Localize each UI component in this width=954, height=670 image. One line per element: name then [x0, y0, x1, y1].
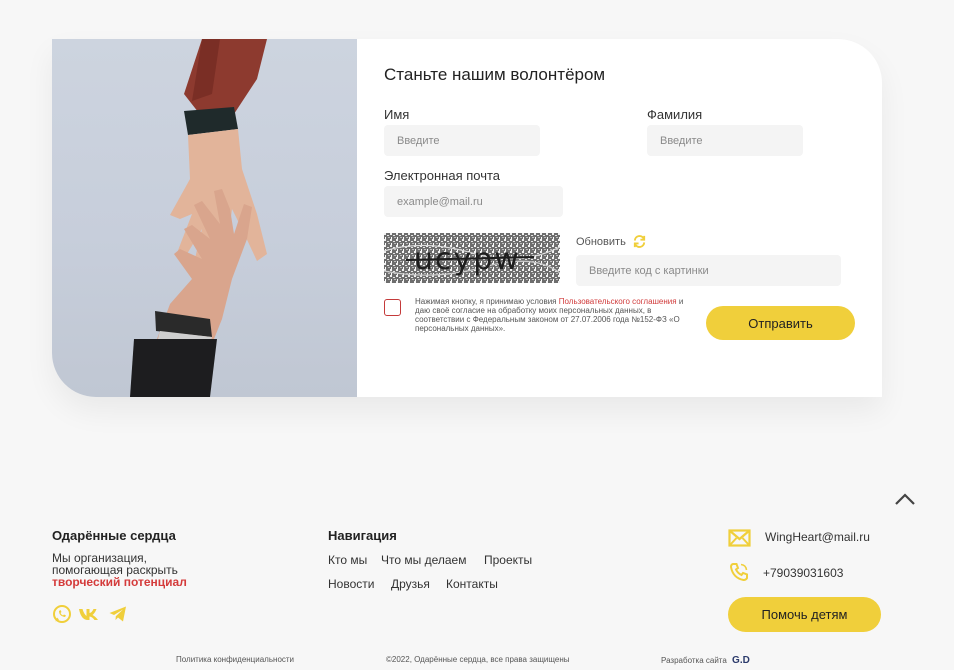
- footer-nav-title: Навигация: [328, 528, 397, 543]
- help-children-button[interactable]: Помочь детям: [728, 597, 881, 632]
- consent-text: Нажимая кнопку, я принимаю условия Польз…: [415, 297, 685, 333]
- vk-icon[interactable]: [78, 604, 100, 624]
- footer-org-title: Одарённые сердца: [52, 528, 176, 543]
- nav-link-projects[interactable]: Проекты: [484, 553, 532, 567]
- chevron-up-icon[interactable]: [893, 491, 917, 507]
- first-name-input[interactable]: [384, 125, 540, 156]
- first-name-label: Имя: [384, 107, 410, 122]
- mail-icon: [728, 529, 751, 547]
- developer-label: Разработка сайта: [661, 656, 727, 665]
- copyright-text: ©2022, Одарённые сердца, все права защищ…: [386, 655, 570, 664]
- nav-link-news[interactable]: Новости: [328, 577, 374, 591]
- contact-email[interactable]: WingHeart@mail.ru: [765, 530, 870, 544]
- privacy-policy-link[interactable]: Политика конфиденциальности: [176, 655, 294, 664]
- nav-link-what-we-do[interactable]: Что мы делаем: [381, 553, 466, 567]
- refresh-label: Обновить: [576, 235, 626, 248]
- form-title: Станьте нашим волонтёром: [384, 65, 606, 84]
- user-agreement-link[interactable]: Пользовательского соглашения: [559, 297, 677, 306]
- consent-checkbox[interactable]: [384, 299, 401, 316]
- refresh-captcha-button[interactable]: Обновить: [576, 234, 647, 249]
- consent-text-start: Нажимая кнопку, я принимаю условия: [415, 297, 559, 306]
- email-label: Электронная почта: [384, 168, 501, 183]
- phone-icon: [729, 563, 748, 582]
- email-input[interactable]: [384, 186, 563, 217]
- footer-org-text-accent: творческий потенциал: [52, 575, 187, 589]
- telegram-icon[interactable]: [108, 604, 128, 624]
- last-name-label: Фамилия: [647, 107, 703, 122]
- helping-hands-photo: [52, 39, 357, 397]
- captcha-image: ucypw: [384, 233, 560, 283]
- developer-link[interactable]: Разработка сайта G.D: [661, 655, 750, 666]
- contact-phone[interactable]: +79039031603: [763, 566, 843, 580]
- last-name-input[interactable]: [647, 125, 803, 156]
- refresh-icon: [633, 235, 645, 248]
- captcha-input[interactable]: [576, 255, 841, 286]
- nav-link-who-we-are[interactable]: Кто мы: [328, 553, 367, 567]
- developer-logo: G.D: [732, 655, 750, 666]
- submit-button[interactable]: Отправить: [706, 306, 855, 340]
- volunteer-form: Станьте нашим волонтёром Имя Фамилия Эле…: [357, 39, 882, 397]
- whatsapp-icon[interactable]: [52, 604, 72, 624]
- volunteer-form-card: Станьте нашим волонтёром Имя Фамилия Эле…: [52, 39, 882, 397]
- nav-link-contacts[interactable]: Контакты: [446, 577, 498, 591]
- nav-link-friends[interactable]: Друзья: [391, 577, 430, 591]
